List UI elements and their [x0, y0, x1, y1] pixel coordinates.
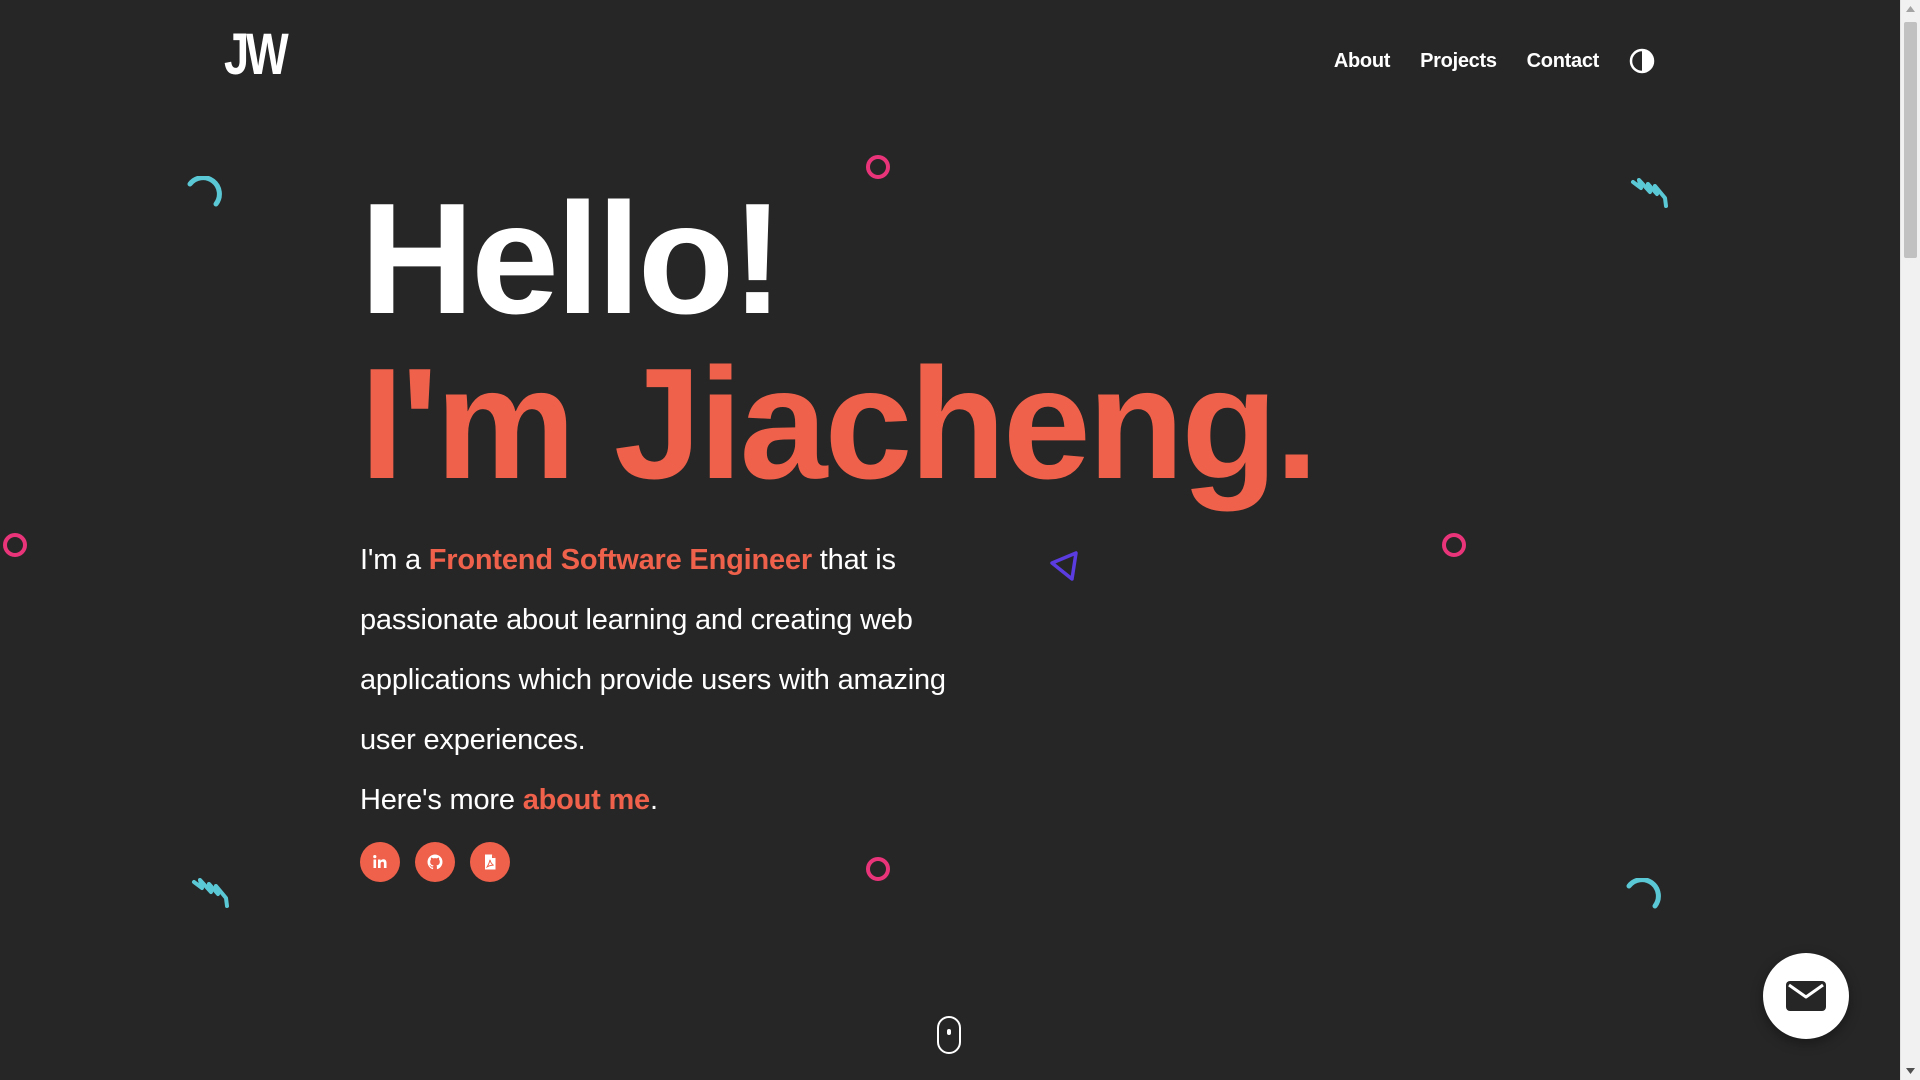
more-prefix: Here's more	[360, 784, 523, 816]
bio-prefix: I'm a	[360, 544, 429, 576]
page: JW About Projects Contact Hello! I'm Jia…	[0, 0, 1920, 1080]
pink-ring-icon	[3, 533, 27, 557]
nav-contact[interactable]: Contact	[1527, 50, 1600, 73]
contact-mail-button[interactable]	[1763, 953, 1849, 1039]
social-links	[360, 842, 1460, 882]
nav-about[interactable]: About	[1334, 50, 1391, 73]
resume-pdf-icon	[485, 854, 496, 870]
hero-bio: I'm a Frontend Software Engineer that is…	[360, 530, 980, 770]
pink-ring-icon	[866, 155, 890, 179]
more-suffix: .	[650, 784, 658, 816]
mouse-scroll-icon[interactable]	[937, 1016, 961, 1054]
bio-role: Frontend Software Engineer	[428, 544, 812, 576]
cyan-zigzag-icon	[192, 878, 229, 908]
resume-button[interactable]	[470, 842, 510, 882]
site-logo[interactable]: JW	[224, 26, 289, 84]
theme-toggle-icon[interactable]	[1629, 48, 1655, 74]
hero-greeting: Hello!	[360, 171, 784, 347]
more-about-line: Here's more about me.	[360, 770, 1460, 830]
cyan-arc-icon	[1626, 878, 1661, 909]
scrollbar-thumb[interactable]	[1904, 22, 1917, 258]
envelope-icon	[1786, 981, 1826, 1011]
linkedin-icon	[373, 855, 387, 868]
viewport: JW About Projects Contact Hello! I'm Jia…	[0, 0, 1900, 1080]
nav-projects[interactable]: Projects	[1420, 50, 1497, 73]
scroll-down-icon[interactable]	[1901, 1062, 1920, 1080]
cyan-arc-icon	[187, 176, 222, 207]
hero-name: I'm Jiacheng.	[360, 336, 1319, 512]
github-icon	[427, 854, 443, 870]
github-button[interactable]	[415, 842, 455, 882]
about-me-link[interactable]: about me	[523, 784, 651, 816]
linkedin-button[interactable]	[360, 842, 400, 882]
hero-section: Hello! I'm Jiacheng. I'm a Frontend Soft…	[360, 180, 1460, 882]
main-nav: About Projects Contact	[1334, 48, 1655, 74]
page-scrollbar[interactable]	[1900, 0, 1920, 1080]
cyan-zigzag-icon	[1631, 178, 1668, 208]
scroll-up-icon[interactable]	[1901, 0, 1920, 18]
